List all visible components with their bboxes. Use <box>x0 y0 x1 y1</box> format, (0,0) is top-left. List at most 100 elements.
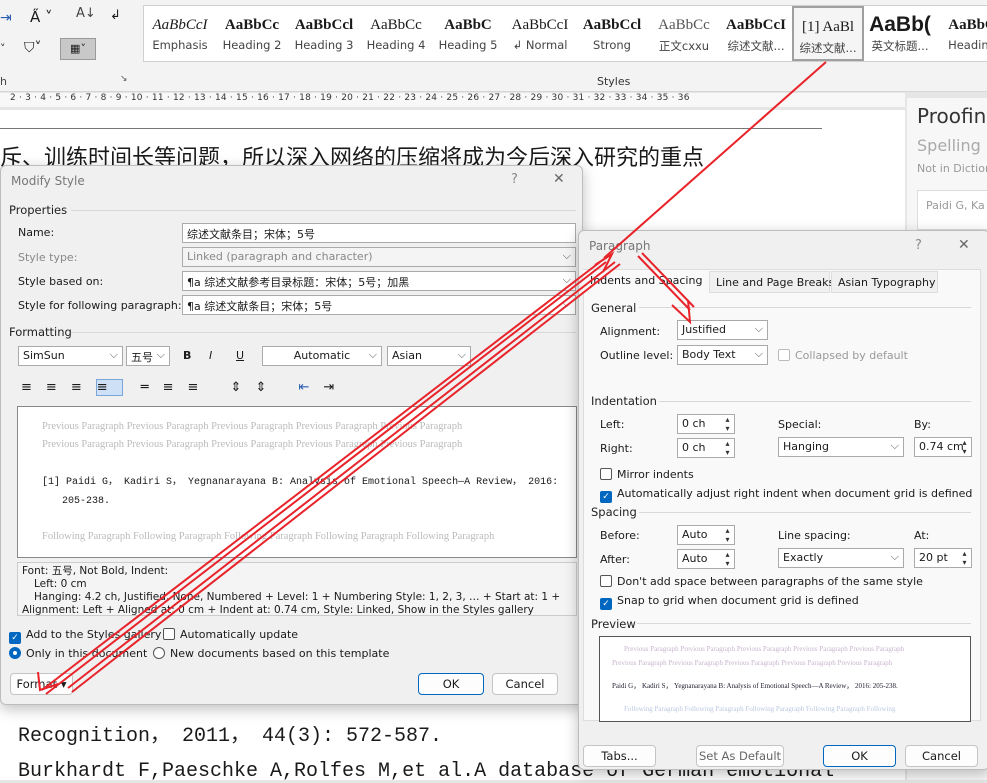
line-spacing-double-icon[interactable]: ≡ <box>188 380 213 395</box>
checkbox-icon[interactable]: ✓ <box>600 491 612 503</box>
dropdown-icon[interactable]: ˅ <box>0 42 6 55</box>
style-gallery-item[interactable]: AaBbCc Heading 2 <box>216 6 288 61</box>
close-button[interactable]: ✕ <box>958 237 970 253</box>
styles-gallery[interactable]: AaBbCcI Emphasis AaBbCc Heading 2 AaBbCcl Hea… <box>143 5 987 62</box>
style-gallery-item[interactable]: AaBbCc 正文cxxu <box>648 6 720 61</box>
after-spinner[interactable]: Auto <box>677 549 735 569</box>
indent-icon[interactable]: ⇥ <box>0 10 12 26</box>
checkbox-icon[interactable] <box>163 628 175 640</box>
underline-button[interactable]: U <box>236 349 244 362</box>
style-type-label: Style type: <box>18 251 78 264</box>
script-select[interactable]: Asian <box>387 346 471 366</box>
dialog-launcher-icon[interactable]: ↘ <box>120 74 128 84</box>
auto-adjust-checkbox[interactable]: ✓ Automatically adjust right indent when … <box>600 487 972 503</box>
preview-following: Following Paragraph Following Paragraph … <box>42 531 495 542</box>
help-button[interactable]: ? <box>915 238 922 253</box>
right-indent-spinner[interactable]: 0 ch <box>677 438 735 458</box>
style-gallery-item[interactable]: AaBbCcI 综述文献... <box>720 6 792 61</box>
align-center-icon[interactable]: ≡ <box>46 380 71 395</box>
radio-icon[interactable] <box>153 647 165 659</box>
radio-icon[interactable] <box>9 647 21 659</box>
based-on-select[interactable]: ¶a 综述文献参考目录标题：宋体；5号；加黑 <box>182 271 576 291</box>
decrease-indent-icon[interactable]: ⇤ <box>299 380 324 395</box>
size-select[interactable]: 五号 <box>126 346 170 366</box>
increase-indent-icon[interactable]: ⇥ <box>323 380 348 395</box>
bold-button[interactable]: B <box>183 349 191 362</box>
snap-to-grid-checkbox[interactable]: ✓ Snap to grid when document grid is defi… <box>600 594 859 610</box>
font-color-select[interactable]: Automatic <box>262 346 382 366</box>
cancel-button[interactable]: Cancel <box>492 673 558 695</box>
only-this-document-radio[interactable]: Only in this document <box>9 647 147 660</box>
close-button[interactable]: ✕ <box>553 171 565 187</box>
label: Automatically adjust right indent when d… <box>617 487 973 500</box>
style-label: Heading 3 <box>294 38 354 52</box>
shading-icon[interactable]: ⛉˅ <box>24 40 42 56</box>
checkbox-icon[interactable] <box>600 468 612 480</box>
style-gallery-item[interactable]: AaBb(英文标题... <box>864 6 936 61</box>
tab-indents-spacing[interactable]: Indents and Spacing <box>583 270 708 294</box>
right-label: Right: <box>600 442 633 455</box>
left-indent-spinner[interactable]: 0 ch <box>677 414 735 434</box>
style-type-select[interactable]: Linked (paragraph and character) <box>182 247 576 267</box>
auto-update-checkbox[interactable]: Automatically update <box>163 628 298 641</box>
checkbox-icon[interactable]: ✓ <box>600 598 612 610</box>
align-right-icon[interactable]: ≡ <box>71 380 96 395</box>
dont-add-space-checkbox[interactable]: Don't add space between paragraphs of th… <box>600 575 923 588</box>
style-gallery-item[interactable]: AaBbCcl Heading 3 <box>288 6 360 61</box>
borders-icon[interactable]: ▦˅ <box>60 38 96 60</box>
show-marks-icon[interactable]: ↲ <box>110 8 121 23</box>
line-spacing-single-icon[interactable]: ═ <box>141 380 163 395</box>
spelling-suggestion[interactable]: Paidi G, Ka <box>917 190 987 230</box>
tab-asian-typography[interactable]: Asian Typography <box>831 271 938 293</box>
checkbox-icon[interactable] <box>600 575 612 587</box>
line-spacing-select[interactable]: Exactly <box>778 548 904 568</box>
text-direction-icon[interactable]: A̋ ˅ <box>30 8 53 26</box>
cancel-button[interactable]: Cancel <box>905 745 978 767</box>
tab-line-page-breaks[interactable]: Line and Page Breaks <box>709 271 834 293</box>
style-gallery-item[interactable]: AaBbC Heading 5 <box>432 6 504 61</box>
ok-button[interactable]: OK <box>823 745 896 767</box>
style-gallery-item[interactable]: AaBbCc Heading 4 <box>360 6 432 61</box>
style-gallery-item[interactable]: [1] AaBl 综述文献... <box>792 6 864 61</box>
style-label: 综述文献... <box>799 41 857 55</box>
following-select[interactable]: ¶a 综述文献条目；宋体；5号 <box>182 295 576 315</box>
checkbox-icon[interactable]: ✓ <box>9 632 21 644</box>
format-button[interactable]: Format ▾ <box>10 673 73 695</box>
ruler[interactable]: 2 · 3 · 4 · 5 · 6 · 7 · 8 · 9 · 10 · 11 … <box>0 93 905 107</box>
before-label: Before: <box>600 529 640 542</box>
new-documents-radio[interactable]: New documents based on this template <box>153 647 389 660</box>
align-left-icon[interactable]: ≡ <box>21 380 46 395</box>
outline-level-select[interactable]: Body Text <box>677 345 768 365</box>
add-to-gallery-checkbox[interactable]: ✓ Add to the Styles gallery <box>9 628 161 644</box>
mirror-indents-checkbox[interactable]: Mirror indents <box>600 468 694 481</box>
at-label: At: <box>914 529 930 542</box>
space-before-icon[interactable]: ⇕ <box>231 380 256 395</box>
style-label: 综述文献... <box>727 39 785 53</box>
special-label: Special: <box>778 418 822 431</box>
at-spinner[interactable]: 20 pt <box>914 548 972 568</box>
style-gallery-item[interactable]: AaBbC Heading <box>936 6 987 61</box>
name-input[interactable]: 综述文献条目；宋体；5号 <box>182 223 576 243</box>
ok-button[interactable]: OK <box>418 673 484 695</box>
align-justify-icon[interactable]: ≡ <box>95 379 123 396</box>
alignment-toolbar[interactable]: ≡≡≡≡ ═≡≡ ⇕⇕ ⇤⇥ <box>21 379 348 396</box>
before-spinner[interactable]: Auto <box>677 525 735 545</box>
checkbox-icon[interactable] <box>778 349 790 361</box>
style-gallery-item[interactable]: AaBbCcI ↲ Normal <box>504 6 576 61</box>
line-spacing-15-icon[interactable]: ≡ <box>163 380 188 395</box>
by-spinner[interactable]: 0.74 cm <box>914 437 972 457</box>
style-gallery-item[interactable]: AaBbCcl Strong <box>576 6 648 61</box>
special-select[interactable]: Hanging <box>778 437 904 457</box>
font-select[interactable]: SimSun <box>18 346 123 366</box>
alignment-select[interactable]: Justified <box>677 320 768 340</box>
set-as-default-button[interactable]: Set As Default <box>696 745 784 767</box>
style-gallery-item[interactable]: AaBbCcI Emphasis <box>144 6 216 61</box>
preview-previous: Previous Paragraph Previous Paragraph Pr… <box>624 645 905 653</box>
sort-icon[interactable]: A↓ <box>76 6 96 21</box>
collapsed-checkbox[interactable]: Collapsed by default <box>778 349 908 362</box>
style-preview-text: AaBbCc <box>224 17 280 33</box>
space-after-icon[interactable]: ⇕ <box>255 380 280 395</box>
italic-button[interactable]: I <box>209 349 212 362</box>
help-button[interactable]: ? <box>511 172 518 187</box>
tabs-button[interactable]: Tabs... <box>583 745 656 767</box>
